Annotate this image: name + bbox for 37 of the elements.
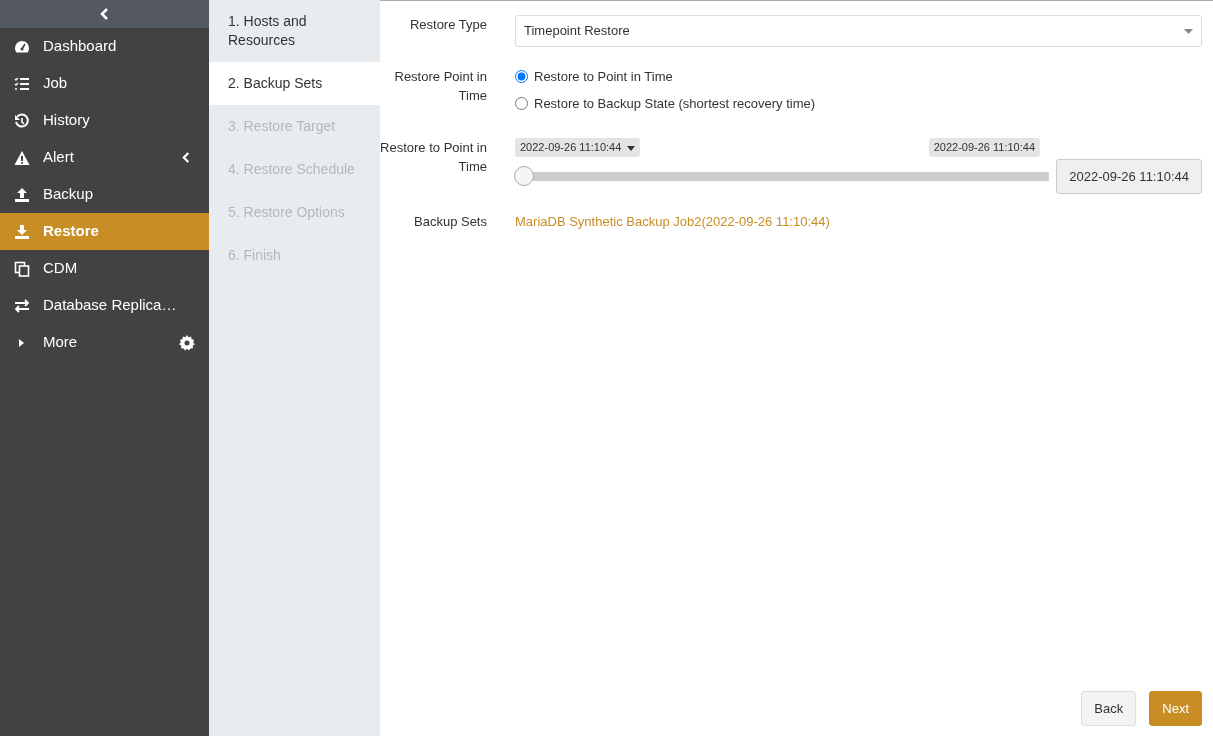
restore-type-select[interactable]: Timepoint Restore (515, 15, 1202, 47)
radio-button[interactable] (515, 96, 528, 110)
slider-start-tag[interactable]: 2022-09-26 11:10:44 (515, 138, 641, 157)
sidebar-item[interactable]: Alert (0, 139, 209, 176)
sidebar-item[interactable]: Database Replica… (0, 287, 209, 324)
arrows-icon (14, 297, 30, 314)
radio-button[interactable] (515, 70, 528, 84)
checklist-icon (14, 75, 30, 92)
sidebar-item[interactable]: CDM (0, 250, 209, 287)
copy-icon (14, 260, 30, 277)
field-label: Restore to Point in Time (380, 139, 488, 176)
upload-icon (14, 186, 30, 203)
field-label: Backup Sets (413, 213, 488, 231)
slider-thumb[interactable] (514, 166, 534, 187)
slider-end-tag: 2022-09-26 11:10:44 (928, 138, 1040, 157)
field-label: Restore Point in Time (393, 68, 488, 105)
settings-icon[interactable] (179, 334, 195, 351)
radio-label: Restore to Backup State (shortest recovery time) (534, 94, 816, 113)
sidebar-item[interactable]: Backup (0, 176, 209, 213)
back-button[interactable]: Back (1081, 690, 1137, 726)
caret-down-icon (627, 145, 636, 151)
history-icon (14, 112, 30, 129)
radio-label: Restore to Point in Time (534, 68, 673, 86)
sidebar-item[interactable]: More (0, 324, 209, 361)
download-icon (14, 223, 30, 240)
warning-icon (14, 149, 30, 166)
collapse-icon[interactable] (99, 8, 110, 20)
sidebar-item[interactable]: Dashboard (0, 28, 209, 65)
field-label: Restore Type (408, 16, 488, 34)
wizard-step[interactable]: 1. Hosts and Resources (209, 0, 380, 62)
dashboard-icon (14, 38, 30, 55)
timepoint-value-field[interactable]: 2022-09-26 11:10:44 (1056, 158, 1202, 194)
dropdown-caret-icon (1184, 28, 1193, 34)
wizard-step[interactable]: 2. Backup Sets (209, 62, 380, 105)
caret-icon (182, 152, 191, 163)
sidebar-item[interactable]: History (0, 102, 209, 139)
sidebar-item[interactable]: Job (0, 65, 209, 102)
